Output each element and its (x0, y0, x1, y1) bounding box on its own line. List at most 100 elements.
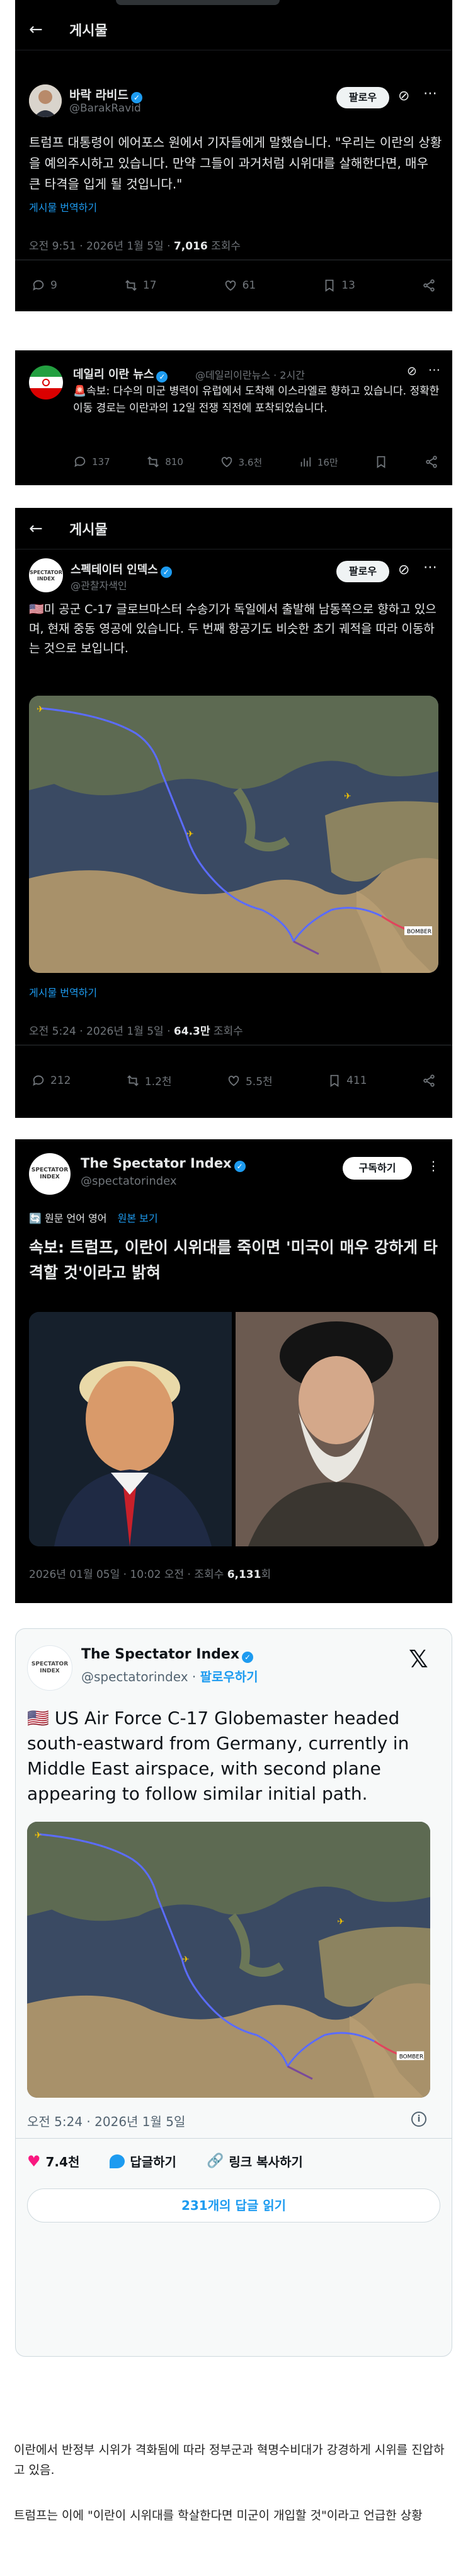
author-name[interactable]: The Spectator Index ✓ (81, 1647, 254, 1663)
like-button[interactable]: 3.6천 (220, 455, 262, 469)
like-button[interactable]: 61 (224, 279, 256, 292)
follow-button[interactable]: 팔로우 (336, 561, 389, 582)
author-handle[interactable]: @데일리이란뉴스 · 2시간 (195, 367, 305, 382)
copy-link-button[interactable]: 🔗 링크 복사하기 (207, 2152, 303, 2170)
back-arrow-icon[interactable]: ← (29, 20, 48, 39)
author-name[interactable]: 바락 라비드 ✓ (69, 86, 143, 103)
embed-actions: ♥ 7.4천 답글하기 🔗 링크 복사하기 (27, 2152, 303, 2170)
repost-button[interactable]: 810 (146, 455, 183, 469)
action-bar: 137 810 3.6천 16만 (15, 455, 452, 469)
heart-icon (221, 457, 232, 468)
bookmark-button[interactable]: 13 (322, 279, 355, 292)
post-text: 속보: 트럼프, 이란이 시위대를 죽이면 '미국이 매우 강하게 타격할 것'… (29, 1238, 438, 1282)
author-handle[interactable]: @관찰자색인 (71, 577, 127, 592)
map-plane-icon: ✈ (337, 1917, 345, 1927)
grok-icon[interactable]: ⊘ (407, 364, 417, 378)
reply-button[interactable]: 9 (31, 279, 57, 292)
top-fragment (15, 0, 452, 9)
reply-button[interactable]: 137 (73, 455, 110, 469)
back-arrow-icon[interactable]: ← (29, 519, 48, 538)
reply-button[interactable]: 답글하기 (110, 2152, 176, 2170)
author-name[interactable]: The Spectator Index ✓ (81, 1156, 246, 1172)
read-replies-button[interactable]: 231개의 답글 읽기 (27, 2188, 440, 2222)
author-handle[interactable]: @BarakRavid (69, 102, 141, 115)
avatar-logo-text: SPECTATOR INDEX (30, 570, 62, 582)
khamenei-photo[interactable] (236, 1312, 438, 1546)
post-images (29, 1312, 438, 1546)
repost-button[interactable]: 1.2천 (126, 1072, 172, 1088)
caption-paragraph-2: 트럼프는 이에 "이란이 시위대를 학살한다면 미군이 개입할 것"이라고 언급… (14, 2509, 423, 2522)
heart-icon (228, 1075, 239, 1086)
flight-map-image[interactable]: ✈ ✈ ✈ BOMBER (29, 696, 438, 973)
flight-map-image[interactable]: ✈ ✈ ✈ BOMBER (27, 1822, 430, 2098)
more-options-icon[interactable]: ⋮ (427, 1158, 440, 1173)
info-icon[interactable]: i (411, 2112, 426, 2127)
translate-link[interactable]: 게시물 번역하기 (29, 984, 97, 999)
avatar[interactable]: SPECTATOR INDEX (29, 558, 63, 592)
post-header: ← 게시물 (15, 9, 452, 50)
share-icon (423, 279, 435, 292)
bookmark-icon (325, 279, 334, 292)
post-timestamp: 오전 5:24 · 2026년 1월 5일 · 64.3만 조회수 (29, 1025, 243, 1038)
heart-icon: ♥ (27, 2152, 41, 2170)
bookmark-button[interactable]: 411 (328, 1072, 367, 1088)
trump-photo[interactable] (29, 1312, 232, 1546)
action-bar: 212 1.2천 5.5천 411 (15, 1072, 452, 1088)
verified-icon: ✓ (160, 566, 172, 578)
more-options-icon[interactable]: ⋯ (423, 86, 437, 101)
header-title: 게시물 (69, 522, 108, 538)
translate-link[interactable]: 게시물 번역하기 (29, 199, 97, 214)
bookmark-button[interactable] (374, 455, 388, 469)
map-label: BOMBER (399, 2054, 423, 2060)
top-bar-pill (116, 0, 280, 5)
share-button[interactable] (422, 279, 436, 292)
heart-icon (225, 280, 236, 291)
verified-icon: ✓ (234, 1161, 246, 1172)
avatar[interactable] (29, 365, 63, 400)
verified-icon: ✓ (156, 371, 168, 382)
repost-button[interactable]: 17 (124, 279, 157, 292)
post-text: 🚨속보: 다수의 미군 병력이 유럽에서 도착해 이스라엘로 향하고 있습니다.… (73, 385, 440, 415)
post-text: 트럼프 대통령이 에어포스 원에서 기자들에게 말했습니다. "우리는 이란의 … (29, 135, 442, 192)
avatar-logo-text: SPECTATOR INDEX (31, 1661, 69, 1674)
avatar-logo-text: SPECTATOR INDEX (31, 1167, 69, 1180)
follow-link[interactable]: 팔로우하기 (200, 1669, 258, 1684)
author-name[interactable]: 스펙테이터 인덱스 ✓ (71, 561, 172, 578)
like-button[interactable]: 5.5천 (227, 1072, 273, 1088)
post-timestamp: 오전 5:24 · 2026년 1월 5일 (27, 2114, 186, 2129)
like-button[interactable]: ♥ 7.4천 (27, 2152, 79, 2170)
post-card-1: ← 게시물 바락 라비드 ✓ @BarakRavid 팔로우 ⊘ ⋯ 트럼프 대통… (15, 9, 452, 311)
post-timestamp: 2026년 01월 05일 · 10:02 오전 · 조회수 6,131회 (29, 1568, 271, 1581)
post-header: ← 게시물 (15, 508, 452, 549)
follow-button[interactable]: 팔로우 (336, 87, 389, 108)
reply-icon (33, 1075, 44, 1086)
divider (16, 2138, 452, 2139)
action-bar: 9 17 61 13 (15, 279, 452, 292)
subscribe-button[interactable]: 구독하기 (343, 1157, 412, 1180)
header-title: 게시물 (69, 23, 108, 39)
share-button[interactable] (425, 455, 438, 469)
view-original-link[interactable]: 원본 보기 (118, 1212, 158, 1224)
post-card-2: 데일리 이란 뉴스 ✓ @데일리이란뉴스 · 2시간 ⊘ ⋯ 🚨속보: 다수의 미… (15, 350, 452, 485)
view-count: 6,131 (227, 1568, 261, 1581)
author-handle[interactable]: @spectatorindex (81, 1175, 177, 1188)
grok-icon[interactable]: ⊘ (398, 562, 409, 578)
share-icon (426, 456, 437, 468)
verified-icon: ✓ (242, 1652, 254, 1663)
map-plane-icon: ✈ (344, 791, 351, 802)
more-options-icon[interactable]: ⋯ (428, 363, 440, 377)
repost-icon (127, 1074, 139, 1086)
analytics-icon (300, 457, 311, 467)
share-button[interactable] (422, 1072, 436, 1088)
avatar[interactable]: SPECTATOR INDEX (27, 1645, 72, 1691)
x-logo-icon[interactable]: 𝕏 (409, 1645, 428, 1673)
author-handle[interactable]: @spectatorindex · 팔로우하기 (81, 1667, 258, 1685)
grok-icon[interactable]: ⊘ (398, 88, 409, 104)
avatar[interactable]: SPECTATOR INDEX (29, 1153, 71, 1195)
author-name[interactable]: 데일리 이란 뉴스 ✓ (73, 365, 168, 382)
reply-button[interactable]: 212 (31, 1072, 71, 1088)
more-options-icon[interactable]: ⋯ (423, 560, 437, 575)
views-button[interactable]: 16만 (299, 455, 338, 469)
avatar[interactable] (29, 84, 62, 117)
reply-icon (33, 280, 44, 291)
